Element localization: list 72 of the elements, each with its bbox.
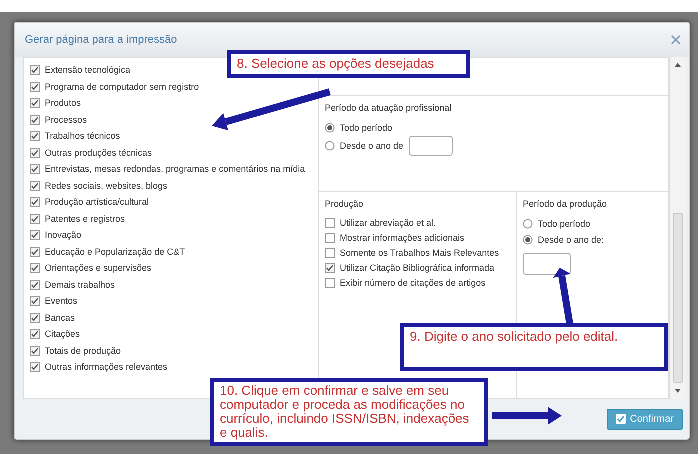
radio-button[interactable] [325, 141, 335, 151]
scrollbar[interactable] [669, 57, 685, 399]
option-label: Extensão tecnológica [45, 64, 131, 77]
dialog-title: Gerar página para a impressão [25, 32, 178, 48]
option-label: Demais trabalhos [45, 278, 116, 292]
option-label: Trabalhos técnicos [45, 130, 120, 143]
option-label: Todo período [340, 122, 393, 135]
option-label: Outras informações relevantes [45, 361, 168, 374]
checkbox[interactable] [30, 362, 40, 372]
section-title: Período da atuação profissional [325, 102, 453, 115]
checkbox[interactable] [30, 131, 40, 141]
option-label: Desde o ano de [340, 140, 404, 153]
option-label: Utilizar Citação Bibliográfica informada [340, 262, 495, 275]
checkbox[interactable] [30, 230, 40, 240]
option-label: Utilizar abreviação et al. [340, 216, 436, 230]
checkbox[interactable] [30, 197, 40, 207]
checkbox[interactable] [325, 232, 335, 242]
checkbox[interactable] [30, 82, 40, 92]
checkbox[interactable] [30, 98, 40, 108]
option-label: Educação e Popularização de C&T [45, 246, 186, 259]
option-label: Patentes e registros [45, 212, 126, 226]
checkbox[interactable] [30, 246, 40, 256]
section-title: Período da produção [523, 198, 608, 211]
scroll-up-icon[interactable] [674, 61, 682, 69]
checkbox[interactable] [30, 346, 40, 356]
radio-button[interactable] [523, 235, 533, 246]
checkbox[interactable] [325, 218, 335, 228]
confirm-button[interactable]: Confirmar [607, 408, 683, 430]
option-label: Orientações e supervisões [45, 262, 152, 275]
year-field[interactable] [408, 136, 453, 156]
option-label: Produtos [45, 97, 82, 110]
checkbox[interactable] [30, 65, 40, 75]
checkbox[interactable] [30, 148, 40, 158]
checkbox[interactable] [30, 214, 40, 224]
option-label: Inovação [45, 229, 82, 242]
option-label: Totais de produção [45, 344, 122, 358]
option-label: Eventos [45, 295, 78, 308]
scroll-down-icon[interactable] [674, 387, 682, 395]
option-label: Redes sociais, websites, blogs [45, 180, 168, 193]
checkbox[interactable] [30, 312, 40, 322]
checkbox[interactable] [30, 329, 40, 339]
option-label: Processos [45, 114, 88, 126]
scroll-thumb[interactable] [672, 213, 682, 383]
option-label: Programa de computador sem registro [45, 80, 200, 94]
checkbox[interactable] [30, 263, 40, 273]
section-title: Produção [325, 198, 365, 211]
option-label: Outras produções técnicas [45, 146, 152, 160]
callout-note: 8. Selecione as opções desejadas [227, 50, 470, 78]
close-icon[interactable] [671, 35, 681, 45]
checkbox[interactable] [30, 280, 40, 290]
radio-button[interactable] [325, 122, 335, 133]
checkbox[interactable] [325, 262, 335, 272]
checkbox[interactable] [30, 180, 40, 190]
option-label: Todo período [538, 218, 591, 231]
year-field[interactable] [523, 252, 571, 274]
checkbox[interactable] [30, 164, 40, 174]
checkbox[interactable] [30, 114, 40, 124]
option-label: Desde o ano de: [538, 234, 604, 247]
check-icon [616, 414, 626, 424]
option-label: Mostrar informações adicionais [340, 232, 465, 245]
option-label: Entrevistas, mesas redondas, programas e comentários na mídia [45, 163, 306, 176]
callout-note: 10. Clique em confirmar e salve em seu computador e proceda as modificações no currículo, incluindo ISSN/ISBN, indexações e qualis. [210, 378, 488, 446]
callout-note: 9. Digite o ano solicitado pelo edital. [400, 323, 668, 371]
option-label: Bancas [45, 312, 76, 324]
checkbox[interactable] [325, 248, 335, 258]
checkbox[interactable] [30, 296, 40, 306]
option-label: Produção artística/cultural [45, 196, 150, 209]
radio-button[interactable] [523, 218, 533, 229]
option-label: Somente os Trabalhos Mais Relevantes [340, 246, 500, 260]
checkbox[interactable] [325, 278, 335, 288]
option-label: Exibir número de citações de artigos [340, 276, 486, 290]
option-label: Citações [45, 328, 80, 341]
